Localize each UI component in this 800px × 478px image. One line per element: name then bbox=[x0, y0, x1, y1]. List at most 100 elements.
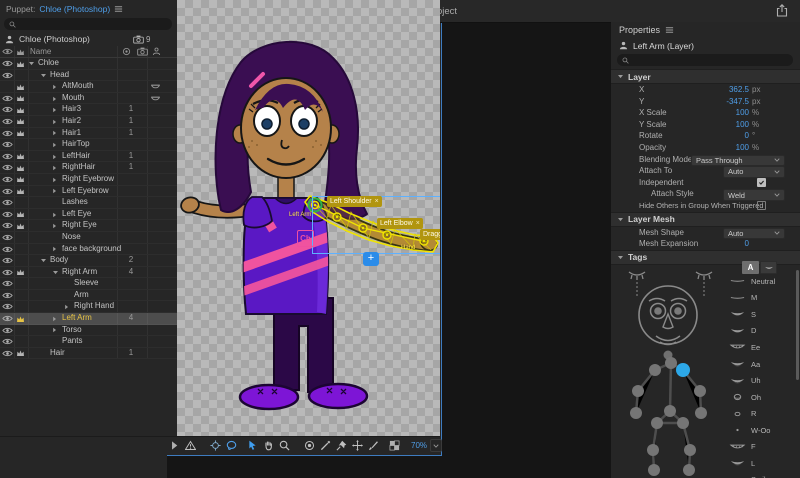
visibility-toggle-icon[interactable] bbox=[2, 315, 13, 322]
warp-independence-icon[interactable] bbox=[16, 210, 25, 218]
expand-arrow[interactable] bbox=[52, 96, 57, 102]
collapse-arrow[interactable] bbox=[52, 270, 59, 275]
visibility-toggle-icon[interactable] bbox=[2, 292, 13, 299]
mouth-tag-w-oo[interactable]: W-Oo bbox=[729, 422, 791, 439]
visibility-toggle-icon[interactable] bbox=[2, 234, 13, 241]
mouth-tag-r[interactable]: R bbox=[729, 405, 791, 422]
warp-independence-icon[interactable] bbox=[16, 315, 25, 323]
expand-arrow[interactable] bbox=[64, 304, 69, 310]
expand-arrow[interactable] bbox=[52, 246, 57, 252]
visibility-toggle-icon[interactable] bbox=[2, 211, 13, 218]
expand-arrow[interactable] bbox=[52, 212, 57, 218]
puppet-root-row[interactable]: Chloe (Photoshop) 9 bbox=[5, 33, 177, 45]
layer-row-head[interactable]: Head bbox=[0, 69, 177, 82]
warp-independence-icon[interactable] bbox=[16, 83, 25, 91]
layer-row-altmouth[interactable]: AltMouth bbox=[0, 81, 177, 93]
visibility-toggle-icon[interactable] bbox=[2, 176, 13, 183]
handle-tag-draggable[interactable]: Draggable bbox=[420, 229, 440, 240]
expand-arrow[interactable] bbox=[52, 119, 57, 125]
visibility-toggle-icon[interactable] bbox=[2, 106, 13, 113]
expand-arrow[interactable] bbox=[52, 316, 57, 322]
expand-arrow[interactable] bbox=[52, 84, 57, 90]
layer-row-hair2[interactable]: Hair2 1 bbox=[0, 115, 177, 128]
expand-arrow[interactable] bbox=[52, 107, 57, 113]
mouth-tag-smile[interactable]: Smile bbox=[729, 472, 791, 478]
layer-row-left-eyebrow[interactable]: Left Eyebrow bbox=[0, 185, 177, 198]
draggable-brush-tool-icon[interactable] bbox=[368, 440, 379, 451]
mouth-tag-ee[interactable]: Ee bbox=[729, 339, 791, 356]
mouth-tag-l[interactable]: L bbox=[729, 455, 791, 472]
warning-icon[interactable] bbox=[185, 440, 196, 451]
visibility-toggle-icon[interactable] bbox=[2, 303, 13, 310]
share-icon[interactable] bbox=[776, 4, 788, 17]
panel-menu-icon[interactable] bbox=[665, 26, 674, 34]
layer-row-lefthair[interactable]: LeftHair 1 bbox=[0, 150, 177, 163]
property-value[interactable]: 362.5 bbox=[729, 84, 749, 96]
mouth-tag-aa[interactable]: Aa bbox=[729, 356, 791, 373]
visibility-toggle-icon[interactable] bbox=[2, 246, 13, 253]
warp-independence-icon[interactable] bbox=[16, 222, 25, 230]
visibility-toggle-icon[interactable] bbox=[2, 222, 13, 229]
expand-toolbar-icon[interactable] bbox=[169, 440, 180, 451]
add-handle-button[interactable]: + bbox=[363, 252, 379, 266]
layer-row-right-hand[interactable]: Right Hand bbox=[0, 301, 177, 313]
layer-row-sleeve[interactable]: Sleeve bbox=[0, 278, 177, 290]
property-value[interactable]: 0 bbox=[745, 130, 749, 142]
expand-arrow[interactable] bbox=[52, 130, 57, 136]
dragger-tool-icon[interactable] bbox=[352, 440, 363, 451]
layer-row-arm[interactable]: Arm bbox=[0, 289, 177, 302]
layer-row-pants[interactable]: Pants bbox=[0, 336, 177, 348]
layer-row-left-arm[interactable]: Left Arm 4 bbox=[0, 313, 177, 325]
visibility-toggle-icon[interactable] bbox=[2, 164, 13, 171]
layer-row-hair1[interactable]: Hair1 1 bbox=[0, 127, 177, 140]
visibility-toggle-icon[interactable] bbox=[2, 338, 13, 345]
visibility-toggle-icon[interactable] bbox=[2, 280, 13, 287]
stick-tool-icon[interactable] bbox=[320, 440, 331, 451]
layer-row-left-eye[interactable]: Left Eye bbox=[0, 208, 177, 221]
visibility-toggle-icon[interactable] bbox=[2, 141, 13, 148]
expand-arrow[interactable] bbox=[52, 142, 57, 148]
collapse-arrow[interactable] bbox=[28, 61, 35, 66]
handle-tag-left-elbow[interactable]: Left Elbow × bbox=[377, 218, 423, 229]
layer-row-torso[interactable]: Torso bbox=[0, 324, 177, 337]
visibility-toggle-icon[interactable] bbox=[2, 130, 13, 137]
visibility-toggle-icon[interactable] bbox=[2, 60, 13, 67]
warp-independence-icon[interactable] bbox=[16, 106, 25, 114]
checkbox-independent[interactable] bbox=[757, 178, 766, 188]
property-value[interactable]: 100 bbox=[736, 119, 749, 131]
remove-handle-icon[interactable]: × bbox=[375, 197, 379, 206]
warp-independence-icon[interactable] bbox=[16, 152, 25, 160]
mouth-tag-neutral[interactable]: Neutral bbox=[729, 273, 791, 290]
expand-arrow[interactable] bbox=[52, 177, 57, 183]
layer-row-lashes[interactable]: Lashes bbox=[0, 197, 177, 209]
layer-row-right-arm[interactable]: Right Arm 4 bbox=[0, 266, 177, 279]
collapse-arrow[interactable] bbox=[40, 73, 47, 78]
body-tag-diagram[interactable] bbox=[615, 266, 727, 478]
mouth-tag-s[interactable]: S bbox=[729, 306, 791, 323]
properties-search-input[interactable] bbox=[632, 55, 788, 65]
warp-independence-icon[interactable] bbox=[16, 129, 25, 137]
layer-row-nose[interactable]: Nose bbox=[0, 231, 177, 244]
visibility-toggle-icon[interactable] bbox=[2, 199, 13, 206]
visibility-toggle-icon[interactable] bbox=[2, 350, 13, 357]
layer-row-righthair[interactable]: RightHair 1 bbox=[0, 162, 177, 174]
warp-independence-icon[interactable] bbox=[16, 60, 25, 68]
left-shoulder-tag-node[interactable] bbox=[676, 363, 690, 377]
property-value[interactable]: -347.5 bbox=[726, 96, 749, 108]
section-header-layer-mesh[interactable]: Layer Mesh bbox=[611, 211, 800, 227]
mouth-tag-m[interactable]: M bbox=[729, 290, 791, 307]
expand-arrow[interactable] bbox=[52, 188, 57, 194]
expand-arrow[interactable] bbox=[52, 223, 57, 229]
warp-independence-icon[interactable] bbox=[16, 349, 25, 357]
handle-tool-icon[interactable] bbox=[210, 440, 221, 451]
layer-row-chloe[interactable]: Chloe bbox=[0, 58, 177, 70]
handle-tag-left-shoulder[interactable]: Left Shoulder × bbox=[327, 196, 382, 207]
visibility-toggle-icon[interactable] bbox=[2, 269, 13, 276]
mouth-tag-f[interactable]: F bbox=[729, 438, 791, 455]
visibility-toggle-icon[interactable] bbox=[2, 118, 13, 125]
property-value[interactable]: 0 bbox=[745, 238, 749, 250]
puppet-name-link[interactable]: Chloe (Photoshop) bbox=[39, 4, 110, 14]
layer-row-right-eyebrow[interactable]: Right Eyebrow bbox=[0, 173, 177, 186]
layer-row-body[interactable]: Body 2 bbox=[0, 255, 177, 267]
checkbox-hide-others-in-group-when-triggered[interactable] bbox=[757, 201, 766, 211]
